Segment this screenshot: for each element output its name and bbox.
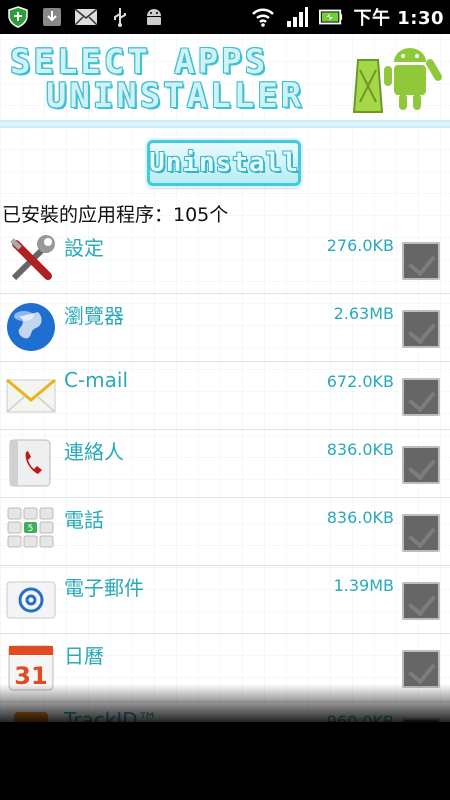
list-item[interactable]: 設定 276.0KB bbox=[0, 226, 450, 294]
app-size: 2.63MB bbox=[333, 304, 394, 323]
status-bar: 下午 1:30 bbox=[0, 0, 450, 34]
app-select-checkbox[interactable] bbox=[402, 310, 440, 348]
app-size: 836.0KB bbox=[326, 508, 394, 527]
usb-icon bbox=[108, 5, 132, 29]
list-item[interactable]: 31 日曆 bbox=[0, 634, 450, 702]
app-select-checkbox[interactable] bbox=[402, 446, 440, 484]
app-name: 電子郵件 bbox=[64, 576, 144, 600]
svg-text:5: 5 bbox=[28, 524, 34, 534]
app-name: C-mail bbox=[64, 368, 129, 392]
browser-globe-icon bbox=[7, 303, 55, 351]
list-item[interactable]: 連絡人 836.0KB bbox=[0, 430, 450, 498]
app-name: 瀏覽器 bbox=[64, 304, 124, 328]
app-size: 276.0KB bbox=[326, 236, 394, 255]
android-trash-mascot-icon bbox=[352, 48, 442, 113]
list-item[interactable]: C-mail 672.0KB bbox=[0, 362, 450, 430]
android-debug-icon bbox=[142, 5, 166, 29]
mail-envelope-icon bbox=[6, 378, 56, 413]
app-name: TrackID™ bbox=[64, 708, 158, 722]
app-select-checkbox[interactable] bbox=[402, 582, 440, 620]
list-item[interactable]: 5 電話 836.0KB bbox=[0, 498, 450, 566]
list-item[interactable]: 電子郵件 1.39MB bbox=[0, 566, 450, 634]
app-name: 設定 bbox=[64, 236, 104, 260]
app-list: 設定 276.0KB 瀏覽器 2.63MB C-mail 672.0KB 連絡人… bbox=[0, 226, 450, 722]
bottom-bar bbox=[0, 722, 450, 800]
contacts-phone-icon bbox=[9, 439, 51, 487]
app-banner: SELECT APPS UNINSTALLER bbox=[0, 34, 450, 120]
app-select-checkbox[interactable] bbox=[402, 650, 440, 688]
installed-count-label: 已安裝的应用程序：105个 bbox=[2, 204, 229, 226]
mail-icon bbox=[74, 5, 98, 29]
app-name: 連絡人 bbox=[64, 440, 124, 464]
app-select-checkbox[interactable] bbox=[402, 514, 440, 552]
signal-icon bbox=[285, 5, 309, 29]
app-size: 960.0KB bbox=[326, 712, 394, 722]
app-size: 1.39MB bbox=[333, 576, 394, 595]
banner-divider bbox=[0, 120, 450, 128]
shield-notification-icon bbox=[6, 5, 30, 29]
banner-title-line2: UNINSTALLER bbox=[46, 76, 305, 116]
download-icon bbox=[40, 5, 64, 29]
svg-text:31: 31 bbox=[14, 662, 47, 690]
app-name: 電話 bbox=[64, 508, 104, 532]
wifi-icon bbox=[251, 5, 275, 29]
settings-tools-icon bbox=[10, 235, 55, 281]
trackid-icon bbox=[14, 712, 48, 722]
calendar-icon: 31 bbox=[8, 645, 54, 691]
app-name: 日曆 bbox=[64, 644, 104, 668]
app-select-checkbox[interactable] bbox=[402, 378, 440, 416]
list-item[interactable]: 瀏覽器 2.63MB bbox=[0, 294, 450, 362]
list-item[interactable]: TrackID™ 960.0KB bbox=[0, 702, 450, 722]
uninstall-button[interactable]: Uninstall bbox=[147, 140, 301, 186]
app-select-checkbox[interactable] bbox=[402, 242, 440, 280]
battery-icon bbox=[319, 5, 343, 29]
status-time: 下午 1:30 bbox=[353, 8, 444, 29]
app-size: 672.0KB bbox=[326, 372, 394, 391]
app-screen: SELECT APPS UNINSTALLER Uninstall 已安裝的应用… bbox=[0, 34, 450, 722]
app-size: 836.0KB bbox=[326, 440, 394, 459]
dialpad-icon: 5 bbox=[7, 507, 54, 548]
email-at-icon bbox=[6, 581, 56, 619]
